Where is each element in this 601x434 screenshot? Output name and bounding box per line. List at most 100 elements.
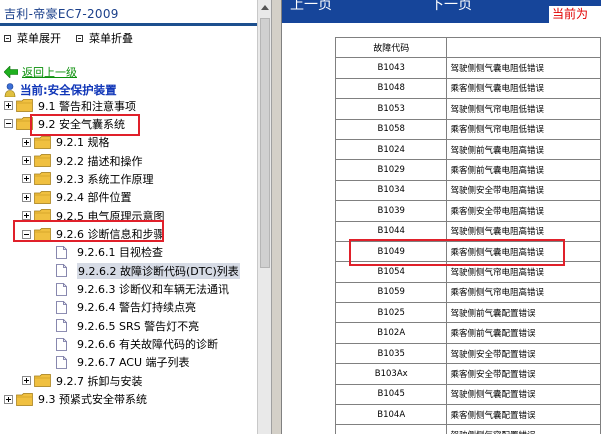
tree-item[interactable]: 9.2.6.7 ACU 端子列表 — [56, 354, 190, 371]
collapse-all-button[interactable]: 菜单折叠 — [76, 30, 133, 46]
scroll-up-arrow-icon[interactable] — [261, 5, 269, 10]
tree-item-label: 9.2.6.3 诊断仪和车辆无法通讯 — [77, 283, 229, 296]
folder-icon — [34, 190, 51, 204]
dtc-code-cell: B1024 — [334, 138, 448, 161]
dtc-description-cell: 乘客侧侧气囊电阻低错误 — [446, 77, 601, 100]
tree-item[interactable]: 9.1 警告和注意事项 — [4, 97, 136, 114]
dtc-code-cell: B1045 — [334, 383, 448, 406]
tree-item-label: 9.2.3 系统工作原理 — [56, 172, 154, 186]
tree-item-label: 9.3 预紧式安全带系统 — [38, 393, 147, 407]
tree-item[interactable]: 9.2.3 系统工作原理 — [22, 170, 154, 187]
user-icon — [4, 83, 16, 97]
content-pane: 上一页 下一页 当前为 故障代码 B1043 驾驶侧侧气囊电阻低错误 B1048 乘客… — [282, 0, 601, 434]
dtc-description-cell: 乘客侧安全带电阻高错误 — [446, 200, 601, 222]
dtc-description-cell: 乘客侧前气囊电阻高错误 — [446, 159, 601, 181]
expand-plus-icon[interactable] — [22, 174, 31, 184]
table-row: B1025 驾驶侧前气囊配置错误 — [334, 302, 601, 324]
scrollbar-thumb[interactable] — [260, 18, 270, 268]
dtc-code-cell — [334, 424, 448, 434]
tree-item[interactable]: 9.2.6.2 故障诊断代码(DTC)列表 — [56, 262, 240, 279]
folder-icon — [34, 374, 51, 388]
dtc-code-cell: B103Ax — [334, 363, 448, 385]
column-header-code: 故障代码 — [334, 36, 448, 59]
dtc-description-cell: 乘客侧前气囊配置错误 — [446, 322, 601, 344]
dtc-description-cell: 驾驶侧安全带配置错误 — [446, 342, 601, 365]
current-location: 当前:安全保护装置 — [4, 82, 117, 98]
back-row[interactable]: 返回上一级 — [4, 64, 77, 80]
expand-plus-icon[interactable] — [22, 211, 31, 221]
tree-item-label: 9.2.1 规格 — [56, 136, 110, 150]
table-row: B1048 乘客侧侧气囊电阻低错误 — [334, 77, 601, 100]
table-row: B103Ax 乘客侧安全带配置错误 — [334, 363, 601, 385]
prev-page-button[interactable]: 上一页 — [290, 0, 332, 14]
menu-collapse-icon — [76, 34, 83, 42]
dtc-description-cell: 驾驶侧侧气囊配置错误 — [446, 383, 601, 406]
pane-splitter[interactable] — [271, 0, 282, 434]
dtc-description-cell: 驾驶侧侧气帘电阻低错误 — [446, 98, 601, 120]
tree-item[interactable]: 9.2.6.4 警告灯持续点亮 — [56, 299, 196, 316]
folder-icon — [34, 172, 51, 186]
expand-all-label: 菜单展开 — [17, 32, 61, 45]
table-row: B1039 乘客侧安全带电阻高错误 — [334, 200, 601, 222]
dtc-code-cell: B1029 — [334, 159, 448, 181]
tree-item-label: 9.2.6.7 ACU 端子列表 — [77, 356, 190, 370]
folder-icon — [16, 392, 33, 406]
expand-plus-icon[interactable] — [22, 156, 31, 166]
tree-item[interactable]: 9.3 预紧式安全带系统 — [4, 391, 147, 408]
expand-plus-icon[interactable] — [22, 137, 31, 147]
tree-item-label: 9.2.6.6 有关故障代码的诊断 — [77, 338, 218, 352]
page-nav-bar: 上一页 下一页 当前为 — [282, 0, 601, 23]
tree-item-label: 9.2.6.1 目视检查 — [77, 246, 163, 260]
expand-plus-icon[interactable] — [22, 192, 31, 202]
highlight-box-b1049 — [349, 239, 565, 266]
manual-title: 吉利-帝豪EC7-2009 — [4, 7, 119, 21]
back-link[interactable]: 返回上一级 — [22, 64, 77, 80]
document-icon — [56, 245, 67, 259]
table-row: B1053 驾驶侧侧气帘电阻低错误 — [334, 98, 601, 120]
table-row: B1035 驾驶侧安全带配置错误 — [334, 342, 601, 365]
table-row: B102A 乘客侧前气囊配置错误 — [334, 322, 601, 344]
folder-icon — [34, 154, 51, 167]
expand-plus-icon[interactable] — [4, 101, 13, 110]
collapse-minus-icon[interactable] — [4, 119, 13, 129]
tree-item-label: 9.2.6.4 警告灯持续点亮 — [77, 301, 196, 315]
navigation-pane: 吉利-帝豪EC7-2009 菜单展开 菜单折叠 返回上一级 当前:安全保护装置 … — [0, 0, 257, 434]
next-page-button[interactable]: 下一页 — [430, 0, 472, 14]
menu-expand-icon — [4, 34, 11, 42]
tree-item-label: 9.2.7 拆卸与安装 — [56, 374, 143, 388]
tree-item[interactable]: 9.2.6.3 诊断仪和车辆无法通讯 — [56, 281, 229, 298]
table-row: B1034 驾驶侧安全带电阻高错误 — [334, 179, 601, 202]
dtc-code-cell: B1035 — [334, 342, 448, 365]
tree-item-label: 9.1 警告和注意事项 — [38, 99, 136, 113]
expand-all-button[interactable]: 菜单展开 — [4, 30, 61, 46]
expand-plus-icon[interactable] — [4, 394, 13, 404]
folder-icon — [16, 99, 33, 112]
dtc-code-cell: B102A — [334, 322, 448, 344]
tree-item[interactable]: 9.2.4 部件位置 — [22, 189, 132, 206]
tree-item[interactable]: 9.2.7 拆卸与安装 — [22, 372, 143, 389]
tree-item-label: 9.2.4 部件位置 — [56, 191, 132, 205]
tree-item[interactable]: 9.2.1 规格 — [22, 134, 110, 151]
tree-item[interactable]: 9.2.6.5 SRS 警告灯不亮 — [56, 317, 199, 334]
table-row: B1043 驾驶侧侧气囊电阻低错误 — [334, 57, 601, 79]
tree-item[interactable]: 9.2.6.1 目视检查 — [56, 244, 163, 261]
back-arrow-icon — [4, 66, 18, 78]
tree-item-label: 9.2.6.5 SRS 警告灯不亮 — [77, 319, 200, 333]
dtc-table: 故障代码 B1043 驾驶侧侧气囊电阻低错误 B1048 乘客侧侧气囊电阻低错误 B10… — [334, 36, 601, 434]
dtc-code-cell: B1053 — [334, 98, 448, 120]
document-icon — [56, 300, 67, 314]
tree-item-label: 9.2.6.2 故障诊断代码(DTC)列表 — [77, 262, 240, 279]
highlight-box-diagnostic-info — [13, 220, 164, 242]
table-row: B1059 乘客侧侧气帘电阻高错误 — [334, 281, 601, 304]
dtc-description-cell: 驾驶侧侧气帘配置错误 — [446, 424, 601, 434]
dtc-code-cell: B1043 — [334, 57, 448, 79]
tree-item[interactable]: 9.2.6.6 有关故障代码的诊断 — [56, 336, 218, 353]
folder-icon — [34, 135, 51, 149]
tree-scrollbar[interactable] — [257, 0, 271, 434]
expand-plus-icon[interactable] — [22, 376, 31, 386]
document-icon — [56, 337, 67, 351]
tree-item[interactable]: 9.2.2 描述和操作 — [22, 152, 143, 169]
dtc-code-cell: B1058 — [334, 118, 448, 140]
table-row: B1029 乘客侧前气囊电阻高错误 — [334, 159, 601, 181]
table-header-row: 故障代码 — [334, 36, 601, 59]
